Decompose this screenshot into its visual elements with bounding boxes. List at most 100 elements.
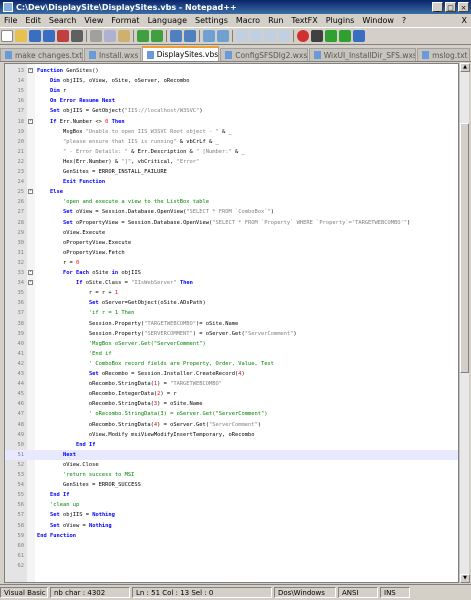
zoom-in-icon[interactable]	[203, 30, 215, 42]
tab-wixui-installdir-sfs[interactable]: WixUI_InstallDir_SFS.wxs	[308, 48, 417, 61]
menu-file[interactable]: File	[0, 16, 21, 25]
tab-displaysites-vbs[interactable]: DisplaySites.vbs	[141, 46, 220, 61]
code-line[interactable]: 55 End If	[5, 490, 458, 500]
code-line[interactable]: 31 oPropertyView.Fetch	[5, 248, 458, 258]
save-macro-icon[interactable]	[353, 30, 365, 42]
zoom-out-icon[interactable]	[217, 30, 229, 42]
code-line[interactable]: 43 Set oRecombo = Session.Installer.Crea…	[5, 369, 458, 379]
copy-icon[interactable]	[104, 30, 116, 42]
replace-icon[interactable]	[184, 30, 196, 42]
code-line[interactable]: 35 r = r + 1	[5, 288, 458, 298]
paste-icon[interactable]	[118, 30, 130, 42]
code-line[interactable]: 49 oView.Modify msiViewModifyInsertTempo…	[5, 430, 458, 440]
vertical-scrollbar[interactable]: ▲ ▼	[459, 63, 470, 583]
undo-icon[interactable]	[137, 30, 149, 42]
code-line[interactable]: 25- Else	[5, 187, 458, 197]
fold-toggle-icon[interactable]: -	[28, 118, 33, 124]
play-macro-icon[interactable]	[325, 30, 337, 42]
record-macro-icon[interactable]	[297, 30, 309, 42]
code-line[interactable]: 20 "please ensure that IIS is running" &…	[5, 137, 458, 147]
code-line[interactable]: 29 oView.Execute	[5, 228, 458, 238]
print-icon[interactable]	[71, 30, 83, 42]
code-line[interactable]: 57 Set objIIS = Nothing	[5, 510, 458, 520]
code-line[interactable]: 32 r = 0	[5, 258, 458, 268]
fold-toggle-icon[interactable]: -	[28, 189, 33, 195]
code-line[interactable]: 24 Exit Function	[5, 177, 458, 187]
code-line[interactable]: 26 'open and execute a view to the ListB…	[5, 197, 458, 207]
menu-language[interactable]: Language	[144, 16, 191, 25]
code-line[interactable]: 21 " - Error Details: " & Err.Descriptio…	[5, 147, 458, 157]
code-line[interactable]: 60	[5, 541, 458, 551]
code-line[interactable]: 47 ' oRecombo.StringData(3) = oServer.Ge…	[5, 409, 458, 419]
code-line[interactable]: 61	[5, 551, 458, 561]
close-button[interactable]: ×	[458, 2, 469, 12]
code-line[interactable]: 42 ' ComboBox record fields are Property…	[5, 359, 458, 369]
sync-scroll-icon[interactable]	[236, 30, 248, 42]
code-line[interactable]: 14 Dim objIIS, oView, oSite, oServer, oR…	[5, 76, 458, 86]
menu-format[interactable]: Format	[107, 16, 143, 25]
menu-textfx[interactable]: TextFX	[287, 16, 321, 25]
code-line[interactable]: 48 oRecombo.StringData(4) = oServer.Get(…	[5, 420, 458, 430]
code-line[interactable]: 40 'MsgBox oServer.Get("ServerComment")	[5, 339, 458, 349]
new-file-icon[interactable]	[1, 30, 13, 42]
word-wrap-icon[interactable]	[250, 30, 262, 42]
code-line[interactable]: 15 Dim r	[5, 86, 458, 96]
code-line[interactable]: 56 'clean up	[5, 500, 458, 510]
code-editor[interactable]: 13- Function GenSites() 14 Dim objIIS, oVi…	[4, 63, 459, 583]
code-line[interactable]: 37 'if r = 1 Then	[5, 308, 458, 318]
code-line[interactable]: 22 Hex(Err.Number) & "]", vbCritical, "E…	[5, 157, 458, 167]
scroll-down-icon[interactable]: ▼	[460, 574, 470, 583]
fold-toggle-icon[interactable]: -	[28, 68, 33, 73]
code-line[interactable]: 54 GenSites = ERROR_SUCCESS	[5, 480, 458, 490]
code-line[interactable]: 53 'return success to MSI	[5, 470, 458, 480]
code-line[interactable]: 44 oRecombo.StringData(1) = "TARGETWEBCO…	[5, 379, 458, 389]
tab-make-changes[interactable]: make changes.txt	[0, 48, 83, 61]
fold-toggle-icon[interactable]: -	[28, 270, 33, 275]
code-line[interactable]: 34- If oSite.Class = "IIsWebServer" Then	[5, 278, 458, 288]
code-line[interactable]: 17 Set objIIS = GetObject("IIS://localho…	[5, 106, 458, 116]
code-line[interactable]: 36 Set oServer=GetObject(oSite.ADsPath)	[5, 298, 458, 308]
code-line[interactable]: 30 oPropertyView.Execute	[5, 238, 458, 248]
cut-icon[interactable]	[90, 30, 102, 42]
open-file-icon[interactable]	[15, 30, 27, 42]
minimize-button[interactable]: _	[432, 2, 443, 12]
scroll-up-icon[interactable]: ▲	[460, 63, 470, 72]
code-line[interactable]: 39 Session.Property("SERVERCOMMENT") = o…	[5, 329, 458, 339]
redo-icon[interactable]	[151, 30, 163, 42]
indent-guide-icon[interactable]	[278, 30, 290, 42]
maximize-button[interactable]: □	[445, 2, 456, 12]
code-line[interactable]: 50 End If	[5, 440, 458, 450]
menu-window[interactable]: Window	[358, 16, 398, 25]
menu-search[interactable]: Search	[45, 16, 80, 25]
menu-run[interactable]: Run	[264, 16, 287, 25]
scrollbar-thumb[interactable]	[460, 123, 469, 373]
stop-macro-icon[interactable]	[311, 30, 323, 42]
current-code-line[interactable]: 51 Next	[5, 449, 458, 460]
menu-macro[interactable]: Macro	[232, 16, 264, 25]
code-line[interactable]: 58 Set oView = Nothing	[5, 521, 458, 531]
tab-mslog-txt[interactable]: mslog.txt	[417, 48, 470, 61]
code-line[interactable]: 46 oRecombo.StringData(3) = oSite.Name	[5, 399, 458, 409]
code-line[interactable]: 23 GenSites = ERROR_INSTALL_FAILURE	[5, 167, 458, 177]
find-icon[interactable]	[170, 30, 182, 42]
tab-configsfsdlg2-wxs[interactable]: ConfigSFSDlg2.wxs	[220, 48, 308, 61]
menu-settings[interactable]: Settings	[191, 16, 232, 25]
tab-install-wxs[interactable]: Install.wxs	[83, 48, 141, 61]
close-file-icon[interactable]	[57, 30, 69, 42]
code-line[interactable]: 59 End Function	[5, 531, 458, 541]
code-line[interactable]: 16 On Error Resume Next	[5, 96, 458, 106]
save-icon[interactable]	[29, 30, 41, 42]
code-line[interactable]: 41 'End if	[5, 349, 458, 359]
code-line[interactable]: 19 MsgBox "Unable to open IIS W3SVC Root…	[5, 127, 458, 137]
code-line[interactable]: 62	[5, 561, 458, 571]
menu-help[interactable]: ?	[398, 16, 410, 25]
show-all-chars-icon[interactable]	[264, 30, 276, 42]
code-line[interactable]: 18- If Err.Number <> 0 Then	[5, 117, 458, 127]
fold-toggle-icon[interactable]: -	[28, 280, 33, 286]
code-line[interactable]: 45 oRecombo.IntegerData(2) = r	[5, 389, 458, 399]
save-all-icon[interactable]	[43, 30, 55, 42]
menu-edit[interactable]: Edit	[21, 16, 45, 25]
menu-plugins[interactable]: Plugins	[322, 16, 359, 25]
code-line[interactable]: 52 oView.Close	[5, 460, 458, 470]
code-line[interactable]: 38 Session.Property("TARGETWEBCOMBO")= o…	[5, 319, 458, 329]
